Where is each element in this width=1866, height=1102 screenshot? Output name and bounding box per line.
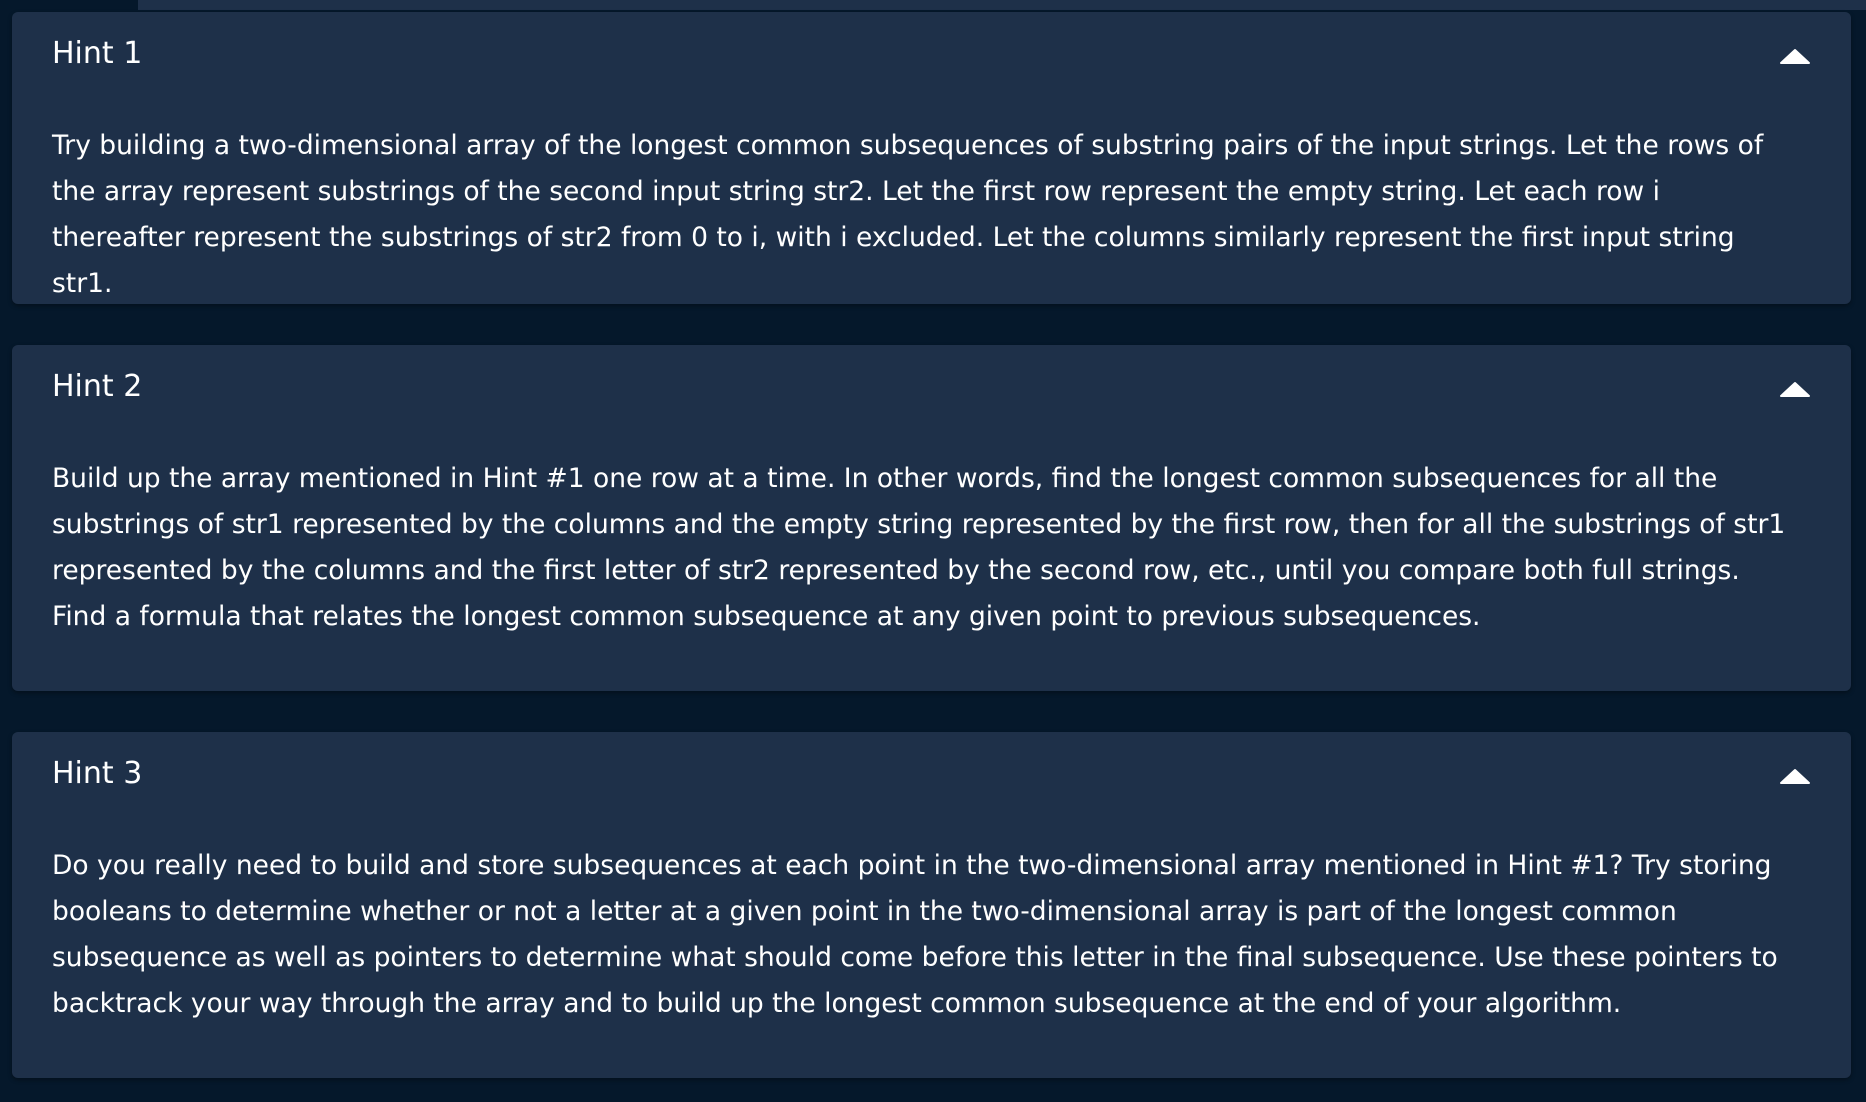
hint-title[interactable]: Hint 3 [52, 754, 1791, 794]
hints-list: Hint 1 Try building a two-dimensional ar… [12, 12, 1851, 1078]
top-strip [138, 0, 1866, 10]
hint-body: Try building a two-dimensional array of … [52, 130, 1764, 299]
hint-body: Build up the array mentioned in Hint #1 … [52, 463, 1786, 632]
collapse-toggle-button[interactable] [1777, 765, 1813, 787]
chevron-up-icon [1780, 382, 1810, 397]
hint-card-3: Hint 3 Do you really need to build and s… [12, 732, 1851, 1078]
collapse-toggle-button[interactable] [1777, 45, 1813, 67]
hint-body: Do you really need to build and store su… [52, 850, 1778, 1019]
hint-title[interactable]: Hint 1 [52, 34, 1791, 74]
hint-card-1: Hint 1 Try building a two-dimensional ar… [12, 12, 1851, 304]
hint-title[interactable]: Hint 2 [52, 367, 1791, 407]
chevron-up-icon [1780, 769, 1810, 784]
hint-card-2: Hint 2 Build up the array mentioned in H… [12, 345, 1851, 691]
collapse-toggle-button[interactable] [1777, 378, 1813, 400]
chevron-up-icon [1780, 49, 1810, 64]
